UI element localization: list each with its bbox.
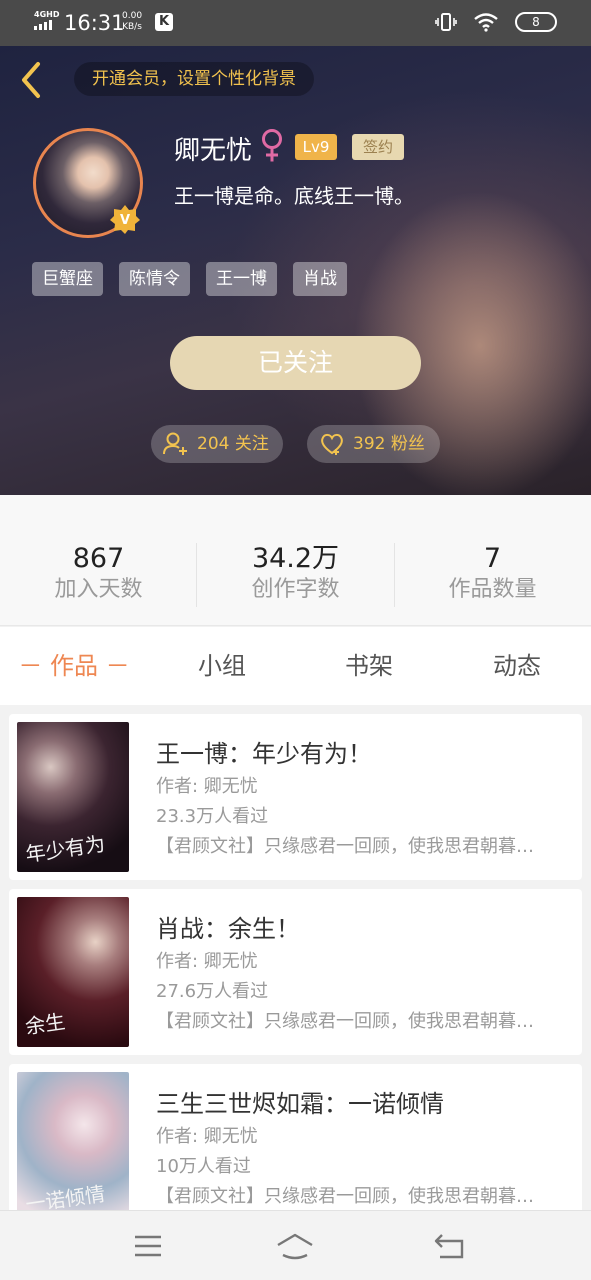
- network-type: 4GHD: [34, 10, 60, 19]
- person-add-icon: [163, 432, 187, 455]
- tab-feed[interactable]: 动态: [443, 627, 591, 705]
- system-nav-bar: [0, 1210, 591, 1280]
- following-count-button[interactable]: 204 关注: [151, 425, 283, 463]
- level-badge: Lv9: [295, 134, 337, 160]
- book-cover[interactable]: 年少有为: [17, 722, 129, 872]
- cover-title: 一诺倾情: [23, 1181, 107, 1210]
- verified-v-icon: V: [110, 205, 140, 234]
- signal-icon: [34, 20, 52, 30]
- book-author: 作者: 卿无忧: [156, 1126, 258, 1147]
- network-speed-value: 0.00: [122, 11, 143, 21]
- fans-count-button[interactable]: 392 粉丝: [307, 425, 440, 463]
- book-description: 【君顾文社】只缘感君一回顾，使我思君朝暮…: [156, 1186, 534, 1207]
- book-views: 10万人看过: [156, 1156, 251, 1177]
- profile-tabs: － 作品 － 小组 书架 动态: [0, 627, 591, 705]
- book-title[interactable]: 肖战：余生！: [156, 909, 300, 944]
- battery-indicator: 8: [515, 12, 557, 32]
- stat-value: 34.2万: [251, 543, 340, 574]
- menu-icon[interactable]: [128, 1231, 168, 1261]
- tab-works[interactable]: － 作品 －: [0, 627, 148, 705]
- vip-background-tip[interactable]: 开通会员，设置个性化背景: [74, 62, 314, 96]
- tag[interactable]: 陈情令: [119, 262, 190, 296]
- book-views: 27.6万人看过: [156, 981, 269, 1002]
- stat-label: 创作字数: [251, 577, 340, 602]
- svg-text:V: V: [120, 213, 130, 228]
- heart-icon: [321, 433, 343, 455]
- stat-label: 作品数量: [448, 577, 537, 602]
- fans-count-label: 392 粉丝: [353, 434, 425, 454]
- book-card[interactable]: 年少有为 王一博：年少有为！ 作者: 卿无忧 23.3万人看过 【君顾文社】只缘…: [9, 714, 582, 880]
- stat-label: 加入天数: [54, 577, 143, 602]
- stat-words: 34.2万 创作字数: [197, 543, 394, 605]
- network-speed: 0.00 KB/s: [122, 11, 142, 33]
- nickname: 卿无忧: [174, 136, 253, 166]
- signed-badge: 签约: [352, 134, 404, 160]
- wifi-icon: [474, 13, 498, 32]
- stat-value: 7: [483, 543, 502, 574]
- vibrate-icon: [435, 13, 457, 31]
- tab-bookshelf[interactable]: 书架: [295, 627, 443, 705]
- profile-header: 开通会员，设置个性化背景 V 卿无忧 Lv9 签约 王一博是命。底线王一博。 巨…: [0, 46, 591, 495]
- network-speed-unit: KB/s: [122, 22, 142, 32]
- cover-title: 余生: [23, 1009, 67, 1039]
- stat-days: 867 加入天数: [0, 543, 197, 605]
- book-views: 23.3万人看过: [156, 806, 269, 827]
- book-description: 【君顾文社】只缘感君一回顾，使我思君朝暮…: [156, 1011, 534, 1032]
- app-notification-icon: K: [155, 13, 173, 31]
- profile-tags: 巨蟹座 陈情令 王一博 肖战: [32, 262, 347, 296]
- book-title[interactable]: 三生三世烬如霜：一诺倾情: [156, 1084, 444, 1119]
- book-card[interactable]: 余生 肖战：余生！ 作者: 卿无忧 27.6万人看过 【君顾文社】只缘感君一回顾…: [9, 889, 582, 1055]
- tag[interactable]: 肖战: [293, 262, 347, 296]
- stats-row: 867 加入天数 34.2万 创作字数 7 作品数量: [0, 495, 591, 626]
- book-cover[interactable]: 余生: [17, 897, 129, 1047]
- back-button[interactable]: [16, 60, 48, 100]
- book-description: 【君顾文社】只缘感君一回顾，使我思君朝暮…: [156, 836, 534, 857]
- book-cover[interactable]: 一诺倾情: [17, 1072, 129, 1210]
- book-card[interactable]: 一诺倾情 三生三世烬如霜：一诺倾情 作者: 卿无忧 10万人看过 【君顾文社】只…: [9, 1064, 582, 1210]
- female-gender-icon: [262, 129, 282, 162]
- book-author: 作者: 卿无忧: [156, 776, 258, 797]
- tag[interactable]: 巨蟹座: [32, 262, 103, 296]
- book-author: 作者: 卿无忧: [156, 951, 258, 972]
- book-title[interactable]: 王一博：年少有为！: [156, 734, 372, 769]
- tag[interactable]: 王一博: [206, 262, 277, 296]
- status-bar: 4GHD 16:31 0.00 KB/s K 8: [0, 0, 591, 46]
- follow-button[interactable]: 已关注: [170, 336, 421, 390]
- profile-bio: 王一博是命。底线王一博。: [174, 184, 414, 208]
- back-nav-icon[interactable]: [430, 1231, 470, 1261]
- works-list: 年少有为 王一博：年少有为！ 作者: 卿无忧 23.3万人看过 【君顾文社】只缘…: [0, 705, 591, 1210]
- tab-group[interactable]: 小组: [148, 627, 296, 705]
- stat-value: 867: [72, 543, 125, 574]
- cover-title: 年少有为: [23, 831, 107, 867]
- home-icon[interactable]: [275, 1231, 315, 1261]
- following-count-label: 204 关注: [197, 434, 269, 454]
- stat-works: 7 作品数量: [394, 543, 591, 605]
- clock: 16:31: [64, 11, 125, 35]
